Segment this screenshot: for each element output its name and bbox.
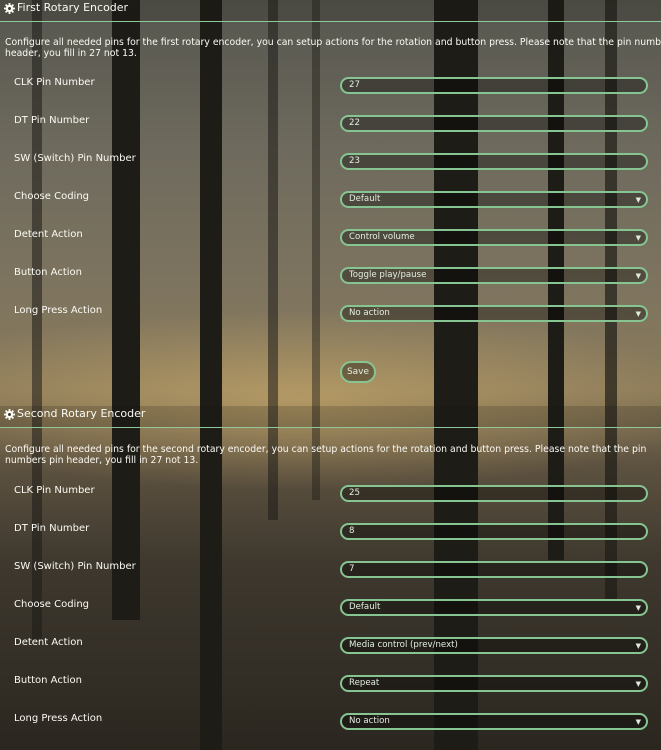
choose-coding-select[interactable]: Default ▼ [340, 599, 648, 616]
dt-pin-value: 22 [349, 118, 360, 128]
caret-down-icon: ▼ [635, 680, 641, 688]
caret-down-icon: ▼ [635, 642, 641, 650]
button-action-label: Button Action [14, 675, 82, 686]
caret-down-icon: ▼ [635, 310, 641, 318]
long-press-action-label: Long Press Action [14, 305, 103, 316]
detent-action-select[interactable]: Control volume ▼ [340, 229, 648, 246]
dt-pin-label: DT Pin Number [14, 115, 90, 126]
section-header-first-rotary-encoder[interactable]: First Rotary Encoder [0, 0, 661, 22]
choose-coding-label: Choose Coding [14, 599, 90, 610]
detent-action-select[interactable]: Media control (prev/next) ▼ [340, 637, 648, 654]
button-action-select[interactable]: Repeat ▼ [340, 675, 648, 692]
section-description: Configure all needed pins for the first … [5, 37, 661, 59]
save-button[interactable]: Save [340, 361, 376, 383]
sw-pin-label: SW (Switch) Pin Number [14, 561, 136, 572]
gear-icon [4, 409, 15, 420]
caret-down-icon: ▼ [635, 718, 641, 726]
detent-action-value: Media control (prev/next) [349, 640, 458, 650]
sw-pin-value: 23 [349, 156, 360, 166]
detent-action-value: Control volume [349, 232, 415, 242]
button-action-value: Toggle play/pause [349, 270, 427, 280]
long-press-action-select[interactable]: No action ▼ [340, 713, 648, 730]
long-press-action-value: No action [349, 308, 390, 318]
detent-action-label: Detent Action [14, 229, 83, 240]
clk-pin-label: CLK Pin Number [14, 485, 95, 496]
choose-coding-select[interactable]: Default ▼ [340, 191, 648, 208]
sw-pin-input[interactable]: 23 [340, 153, 648, 170]
caret-down-icon: ▼ [635, 196, 641, 204]
section-description: Configure all needed pins for the second… [5, 444, 647, 466]
section-title: First Rotary Encoder [17, 1, 129, 14]
button-action-select[interactable]: Toggle play/pause ▼ [340, 267, 648, 284]
detent-action-label: Detent Action [14, 637, 83, 648]
caret-down-icon: ▼ [635, 234, 641, 242]
clk-pin-input[interactable]: 27 [340, 77, 648, 94]
clk-pin-label: CLK Pin Number [14, 77, 95, 88]
choose-coding-value: Default [349, 194, 381, 204]
choose-coding-label: Choose Coding [14, 191, 90, 202]
choose-coding-value: Default [349, 602, 381, 612]
section-header-second-rotary-encoder[interactable]: Second Rotary Encoder [0, 406, 661, 428]
clk-pin-value: 25 [349, 488, 360, 498]
sw-pin-label: SW (Switch) Pin Number [14, 153, 136, 164]
section-title: Second Rotary Encoder [17, 407, 146, 420]
dt-pin-label: DT Pin Number [14, 523, 90, 534]
long-press-action-value: No action [349, 716, 390, 726]
caret-down-icon: ▼ [635, 272, 641, 280]
button-action-value: Repeat [349, 678, 380, 688]
dt-pin-value: 8 [349, 526, 355, 536]
sw-pin-value: 7 [349, 564, 355, 574]
gear-icon [4, 3, 15, 14]
clk-pin-value: 27 [349, 80, 360, 90]
button-action-label: Button Action [14, 267, 82, 278]
caret-down-icon: ▼ [635, 604, 641, 612]
clk-pin-input[interactable]: 25 [340, 485, 648, 502]
sw-pin-input[interactable]: 7 [340, 561, 648, 578]
dt-pin-input[interactable]: 8 [340, 523, 648, 540]
settings-panel: First Rotary Encoder Configure all neede… [0, 0, 661, 750]
long-press-action-select[interactable]: No action ▼ [340, 305, 648, 322]
dt-pin-input[interactable]: 22 [340, 115, 648, 132]
long-press-action-label: Long Press Action [14, 713, 103, 724]
